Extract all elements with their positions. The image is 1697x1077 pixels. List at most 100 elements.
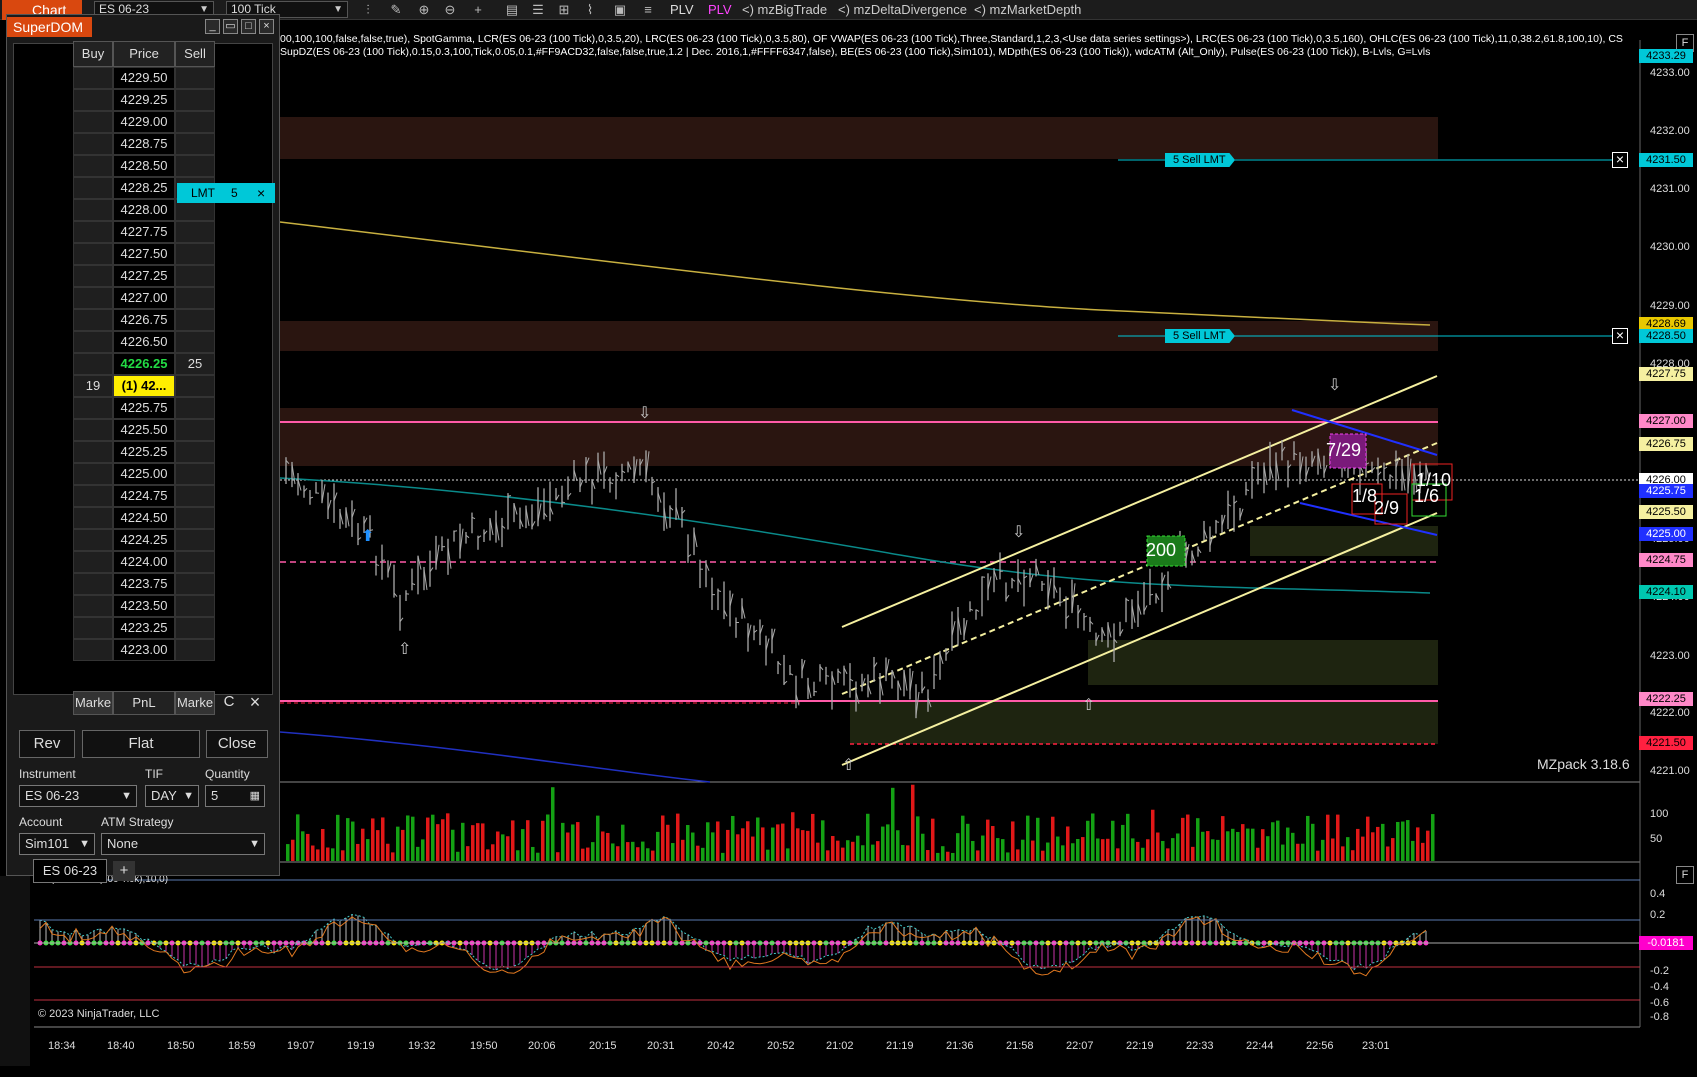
buy-cell[interactable] <box>73 353 113 375</box>
ladder-row[interactable]: 19 (1) 42... <box>73 375 215 397</box>
buy-cell[interactable] <box>73 485 113 507</box>
buy-cell[interactable] <box>73 507 113 529</box>
buy-cell[interactable] <box>73 529 113 551</box>
ladder-row[interactable]: 4228.50 <box>73 155 215 177</box>
buy-cell[interactable] <box>73 111 113 133</box>
sell-cell[interactable] <box>175 287 215 309</box>
buy-cell[interactable] <box>73 463 113 485</box>
sell-cell[interactable] <box>175 639 215 661</box>
buy-cell[interactable] <box>73 243 113 265</box>
sell-cell[interactable] <box>175 617 215 639</box>
buy-cell[interactable] <box>73 265 113 287</box>
buy-cell[interactable] <box>73 199 113 221</box>
sell-cell[interactable] <box>175 309 215 331</box>
buy-cell[interactable] <box>73 551 113 573</box>
calculator-icon[interactable]: ▦ <box>250 786 260 806</box>
tif-select[interactable]: DAY ▼ <box>145 785 199 807</box>
ladder-row[interactable]: 4225.75 <box>73 397 215 419</box>
ladder-row[interactable]: 4227.50 <box>73 243 215 265</box>
ladder-row[interactable]: 4224.25 <box>73 529 215 551</box>
sell-cell[interactable] <box>175 485 215 507</box>
sell-cell[interactable] <box>175 133 215 155</box>
cancel-all-button[interactable]: C <box>219 691 239 715</box>
sell-cell[interactable] <box>175 397 215 419</box>
sell-market-button[interactable]: Marke <box>175 691 215 715</box>
sell-cell[interactable]: 25 <box>175 353 215 375</box>
atm-strategy-select[interactable]: None ▼ <box>101 833 265 855</box>
sell-cell[interactable] <box>175 265 215 287</box>
rev-button[interactable]: Rev <box>19 730 75 758</box>
ladder-row[interactable]: 4226.50 <box>73 331 215 353</box>
ladder-row[interactable]: 4226.25 25 <box>73 353 215 375</box>
sell-cell[interactable] <box>175 551 215 573</box>
ladder-row[interactable]: 4225.50 <box>73 419 215 441</box>
ladder-row[interactable]: 4223.75 <box>73 573 215 595</box>
buy-market-button[interactable]: Marke <box>73 691 113 715</box>
sell-cell[interactable] <box>175 155 215 177</box>
ladder-row[interactable]: 4229.00 <box>73 111 215 133</box>
buy-cell[interactable] <box>73 89 113 111</box>
sell-cell[interactable] <box>175 573 215 595</box>
close-button[interactable]: Close <box>206 730 268 758</box>
sell-cell[interactable] <box>175 529 215 551</box>
superdom-titlebar[interactable]: SuperDOM _ ▭ □ × <box>7 15 279 39</box>
quantity-stepper[interactable]: 5 ▦ <box>205 785 265 807</box>
sell-cell[interactable] <box>175 331 215 353</box>
buy-cell[interactable] <box>73 397 113 419</box>
buy-cell[interactable] <box>73 67 113 89</box>
buy-cell[interactable] <box>73 331 113 353</box>
restore-icon[interactable]: ▭ <box>223 19 238 34</box>
buy-cell[interactable] <box>73 133 113 155</box>
ladder-row[interactable]: 4223.00 <box>73 639 215 661</box>
maximize-icon[interactable]: □ <box>241 19 256 34</box>
sell-cell[interactable] <box>175 375 215 397</box>
cancel-order-icon[interactable]: × <box>1612 152 1628 168</box>
ladder-row[interactable]: 4225.00 <box>73 463 215 485</box>
buy-cell[interactable] <box>73 639 113 661</box>
ladder-row[interactable]: 4224.50 <box>73 507 215 529</box>
buy-cell[interactable] <box>73 287 113 309</box>
ladder-row[interactable]: 4227.00 <box>73 287 215 309</box>
ladder-row[interactable]: 4224.00 <box>73 551 215 573</box>
account-select[interactable]: Sim101 ▼ <box>19 833 95 855</box>
sell-cell[interactable] <box>175 67 215 89</box>
buy-cell[interactable] <box>73 419 113 441</box>
buy-cell[interactable] <box>73 595 113 617</box>
ladder-row[interactable]: 4224.75 <box>73 485 215 507</box>
add-tab-button[interactable]: + <box>113 861 135 881</box>
sell-cell[interactable] <box>175 507 215 529</box>
ladder-row[interactable]: 4223.50 <box>73 595 215 617</box>
lmt-cancel-icon[interactable]: × <box>257 183 265 203</box>
buy-cell[interactable]: 19 <box>73 375 113 397</box>
sell-cell[interactable] <box>175 243 215 265</box>
ladder-row[interactable]: 4223.25 <box>73 617 215 639</box>
buy-cell[interactable] <box>73 177 113 199</box>
superdom-instrument-tab[interactable]: ES 06-23 <box>33 859 107 883</box>
ladder-row[interactable]: 4228.75 <box>73 133 215 155</box>
sell-cell[interactable] <box>175 89 215 111</box>
sell-cell[interactable] <box>175 595 215 617</box>
buy-cell[interactable] <box>73 441 113 463</box>
sell-cell[interactable] <box>175 419 215 441</box>
minimize-icon[interactable]: _ <box>205 19 220 34</box>
ladder-row[interactable]: 4227.75 <box>73 221 215 243</box>
sell-cell[interactable] <box>175 441 215 463</box>
buy-cell[interactable] <box>73 309 113 331</box>
ladder-row[interactable]: 4227.25 <box>73 265 215 287</box>
buy-cell[interactable] <box>73 573 113 595</box>
cancel-order-icon[interactable]: × <box>1612 328 1628 344</box>
sell-cell[interactable] <box>175 111 215 133</box>
ladder-row[interactable]: 4229.50 <box>73 67 215 89</box>
buy-cell[interactable] <box>73 155 113 177</box>
close-icon[interactable]: × <box>259 19 274 34</box>
instrument-select[interactable]: ES 06-23 ▼ <box>19 785 137 807</box>
buy-cell[interactable] <box>73 617 113 639</box>
ladder-row[interactable]: 4226.75 <box>73 309 215 331</box>
sell-cell[interactable] <box>175 221 215 243</box>
close-position-icon[interactable]: × <box>243 691 267 715</box>
sell-cell[interactable] <box>175 463 215 485</box>
sell-lmt-order-1[interactable]: 5 Sell LMT <box>1165 153 1235 167</box>
ladder-row[interactable]: 4229.25 <box>73 89 215 111</box>
ladder-row[interactable]: 4225.25 <box>73 441 215 463</box>
buy-cell[interactable] <box>73 221 113 243</box>
